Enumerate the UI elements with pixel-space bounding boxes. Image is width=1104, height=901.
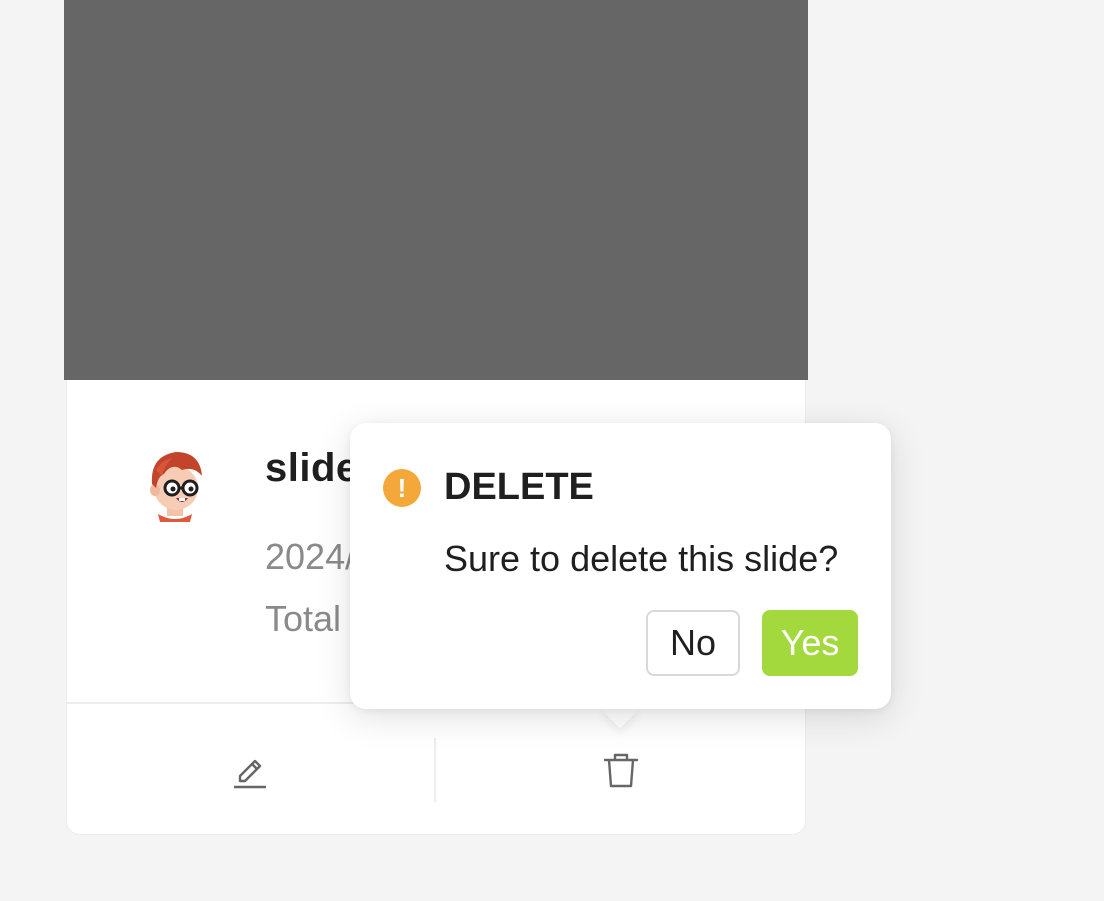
slide-total: Total — [265, 598, 342, 639]
avatar — [142, 446, 208, 524]
trash-icon — [603, 753, 639, 788]
popover-title: DELETE — [444, 466, 594, 508]
popover-arrow-cover — [590, 680, 650, 709]
exclamation-circle-icon: ! — [383, 469, 421, 507]
delete-button[interactable] — [591, 740, 651, 800]
slide-title[interactable]: slide — [265, 446, 359, 491]
slide-cover[interactable] — [64, 0, 808, 380]
edit-icon — [234, 759, 266, 789]
slide-date: 2024/ — [265, 536, 356, 577]
actions-separator — [434, 738, 436, 802]
avatar-illustration — [150, 452, 202, 522]
edit-button[interactable] — [220, 740, 280, 800]
cancel-button[interactable]: No — [646, 610, 740, 676]
popover-message: Sure to delete this slide? — [444, 538, 839, 579]
confirm-button[interactable]: Yes — [762, 610, 858, 676]
